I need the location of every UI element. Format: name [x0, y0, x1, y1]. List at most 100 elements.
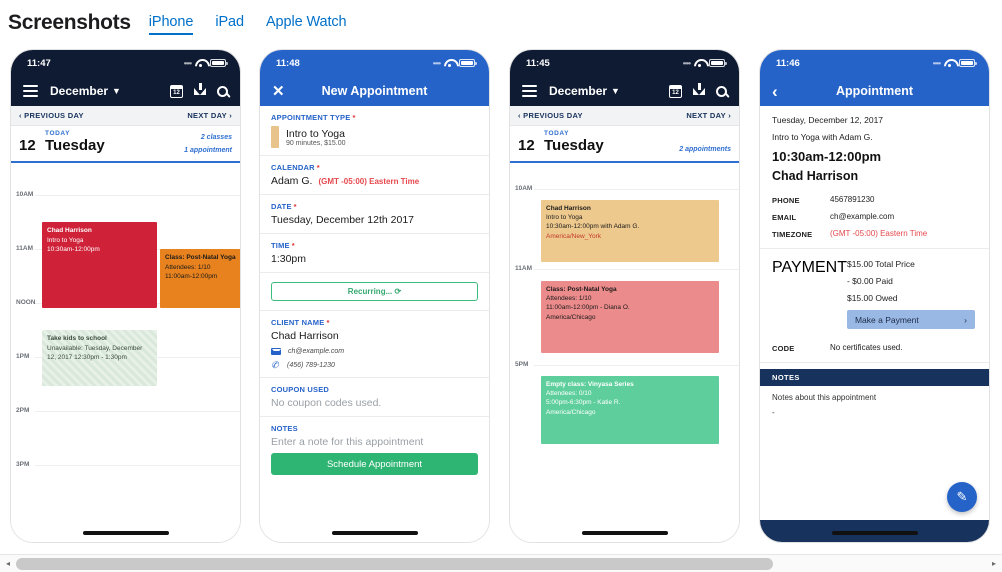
- filter-icon[interactable]: [194, 82, 206, 95]
- next-day-button[interactable]: NEXT DAY ›: [686, 111, 731, 120]
- field-notes[interactable]: NOTES Enter a note for this appointment: [260, 417, 489, 448]
- agenda-event[interactable]: Class: Post-Natal Yoga Attendees: 1/10 1…: [541, 280, 719, 353]
- phone-4-screen: 11:46 •••• ‹ Appointment Tuesday, Decemb…: [760, 50, 989, 542]
- required-marker: *: [326, 318, 330, 327]
- appointment-time-range: 10:30am-12:00pm: [772, 149, 882, 164]
- hour-label: 11AM: [16, 245, 33, 253]
- client-email-row[interactable]: ch@example.com: [271, 348, 478, 355]
- day-number: 12: [19, 137, 36, 154]
- notes-label: Notes about this appointment: [772, 393, 877, 402]
- calendar-icon[interactable]: 12: [170, 84, 183, 98]
- agenda-event[interactable]: Chad Harrison Intro to Yoga 10:30am-12:0…: [541, 199, 719, 262]
- event-title: Class: Post-Natal Yoga: [546, 285, 617, 293]
- screenshot-1-day-agenda[interactable]: 11:47 •••• December ▼ 12 ‹ PREVIOUS DAY …: [11, 50, 240, 542]
- field-time[interactable]: TIME * 1:30pm: [260, 234, 489, 273]
- field-label: TIME *: [271, 241, 295, 250]
- recurring-button[interactable]: Recurring... ⟳: [271, 282, 478, 301]
- event-line3: 10:30am-12:00pm with Adam G.: [546, 223, 640, 231]
- wifi-icon: [195, 59, 206, 67]
- battery-icon: [459, 59, 477, 67]
- client-phone-row[interactable]: ✆ (456) 789-1230: [271, 361, 478, 370]
- previous-day-button[interactable]: ‹ PREVIOUS DAY: [19, 111, 84, 120]
- chevron-down-icon: ▼: [112, 86, 121, 96]
- scroll-left-arrow[interactable]: ◂: [0, 555, 16, 572]
- make-a-payment-button[interactable]: Make a Payment ›: [846, 310, 975, 329]
- event-line3: 5:00pm-6:30pm - Katie R.: [546, 399, 621, 407]
- divider: [760, 362, 989, 363]
- row-value: 4567891230: [830, 194, 875, 204]
- calendar-value-row: Adam G. (GMT -05:00) Eastern Time: [271, 175, 478, 187]
- tab-ipad[interactable]: iPad: [215, 14, 244, 33]
- appointment-date: Tuesday, December 12, 2017: [772, 115, 884, 125]
- field-calendar[interactable]: CALENDAR * Adam G. (GMT -05:00) Eastern Ti…: [260, 156, 489, 195]
- wifi-icon: [694, 59, 705, 67]
- next-day-button[interactable]: NEXT DAY ›: [187, 111, 232, 120]
- phone-3-statusbar: 11:45 ••••: [510, 50, 739, 76]
- classes-count: 2 classes: [200, 134, 232, 141]
- month-label: December: [549, 84, 608, 98]
- coupon-value: No coupon codes used.: [271, 397, 382, 409]
- field-date[interactable]: DATE * Tuesday, December 12th 2017: [260, 195, 489, 234]
- scrollbar-track[interactable]: [16, 557, 986, 570]
- required-marker: *: [293, 202, 297, 211]
- event-timezone: America/Chicago: [546, 313, 596, 321]
- screen-title: New Appointment: [321, 84, 428, 98]
- tab-iphone[interactable]: iPhone: [148, 14, 193, 35]
- event-title: Empty class: Vinyasa Series: [546, 380, 634, 388]
- calendar-icon[interactable]: 12: [669, 84, 682, 98]
- wifi-icon: [444, 59, 455, 67]
- search-icon[interactable]: [716, 85, 727, 97]
- screenshot-3-day-agenda-colored[interactable]: 11:45 •••• December ▼ 12 ‹ PREVIOUS DAY …: [510, 50, 739, 542]
- today-label: TODAY: [544, 130, 570, 137]
- edit-icon[interactable]: ✎: [947, 482, 977, 512]
- scroll-right-arrow[interactable]: ▸: [986, 555, 1002, 572]
- agenda-event[interactable]: Class: Post-Natal Yoga Attendees: 1/10 1…: [160, 249, 240, 309]
- phone-2-statusbar: 11:48 ••••: [260, 50, 489, 76]
- required-marker: *: [316, 163, 320, 172]
- screenshot-4-appointment-detail[interactable]: 11:46 •••• ‹ Appointment Tuesday, Decemb…: [760, 50, 989, 542]
- field-appointment-type[interactable]: APPOINTMENT TYPE * Intro to Yoga 90 minut…: [260, 106, 489, 156]
- chevron-down-icon: ▼: [611, 86, 620, 96]
- filter-icon[interactable]: [693, 82, 705, 95]
- field-label: NOTES: [271, 424, 298, 433]
- payment-total: $15.00 Total Price: [846, 259, 915, 269]
- previous-day-button[interactable]: ‹ PREVIOUS DAY: [518, 111, 583, 120]
- scrollbar-thumb[interactable]: [16, 557, 773, 570]
- horizontal-scrollbar[interactable]: ◂ ▸: [0, 554, 1002, 572]
- weekday-label: Tuesday: [544, 137, 604, 154]
- field-coupon[interactable]: COUPON USED No coupon codes used.: [260, 378, 489, 417]
- divider: [760, 248, 989, 249]
- phone-3-navrow: December ▼ 12: [510, 76, 739, 106]
- agenda-event[interactable]: Empty class: Vinyasa Series Attendees: 0…: [541, 375, 719, 444]
- hour-label: 2PM: [16, 407, 30, 415]
- field-label: APPOINTMENT TYPE *: [271, 113, 356, 122]
- agenda-event-unavailable[interactable]: Take kids to school Unavailable: Tuesday…: [42, 330, 157, 387]
- event-line2: Unavailable: Tuesday, December: [47, 344, 143, 352]
- month-selector[interactable]: December ▼: [50, 84, 121, 98]
- detail-row-timezone: TIMEZONE (GMT -05:00) Eastern Time: [760, 225, 989, 242]
- appointment-client-name: Chad Harrison: [772, 169, 859, 183]
- tab-apple-watch[interactable]: Apple Watch: [266, 14, 347, 33]
- hour-label: NOON: [16, 299, 36, 307]
- screenshot-2-new-appointment[interactable]: 11:48 •••• ✕ New Appointment APPOINTMENT…: [260, 50, 489, 542]
- agenda-event[interactable]: Chad Harrison Intro to Yoga 10:30am-12:0…: [42, 222, 157, 309]
- appointment-service: Intro to Yoga with Adam G.: [772, 132, 873, 142]
- month-selector[interactable]: December ▼: [549, 84, 620, 98]
- field-client-name[interactable]: CLIENT NAME * Chad Harrison ch@example.co…: [260, 311, 489, 378]
- home-indicator: [831, 531, 918, 535]
- status-time: 11:45: [526, 57, 550, 69]
- hour-label: 10AM: [515, 184, 533, 192]
- schedule-appointment-button[interactable]: Schedule Appointment: [271, 453, 478, 475]
- menu-icon[interactable]: [23, 85, 38, 97]
- event-line3: 11:00am-12:00pm: [165, 273, 218, 281]
- event-title: Chad Harrison: [546, 204, 591, 212]
- search-icon[interactable]: [217, 85, 228, 97]
- row-value: No certificates used.: [830, 342, 903, 352]
- payment-owed: $15.00 Owed: [846, 293, 898, 303]
- back-icon[interactable]: ‹: [772, 83, 778, 100]
- today-label: TODAY: [45, 130, 71, 137]
- menu-icon[interactable]: [522, 85, 537, 97]
- signal-dots-icon: ••••: [682, 58, 691, 68]
- appointment-type-value: Intro to Yoga: [286, 127, 345, 140]
- close-icon[interactable]: ✕: [272, 84, 285, 99]
